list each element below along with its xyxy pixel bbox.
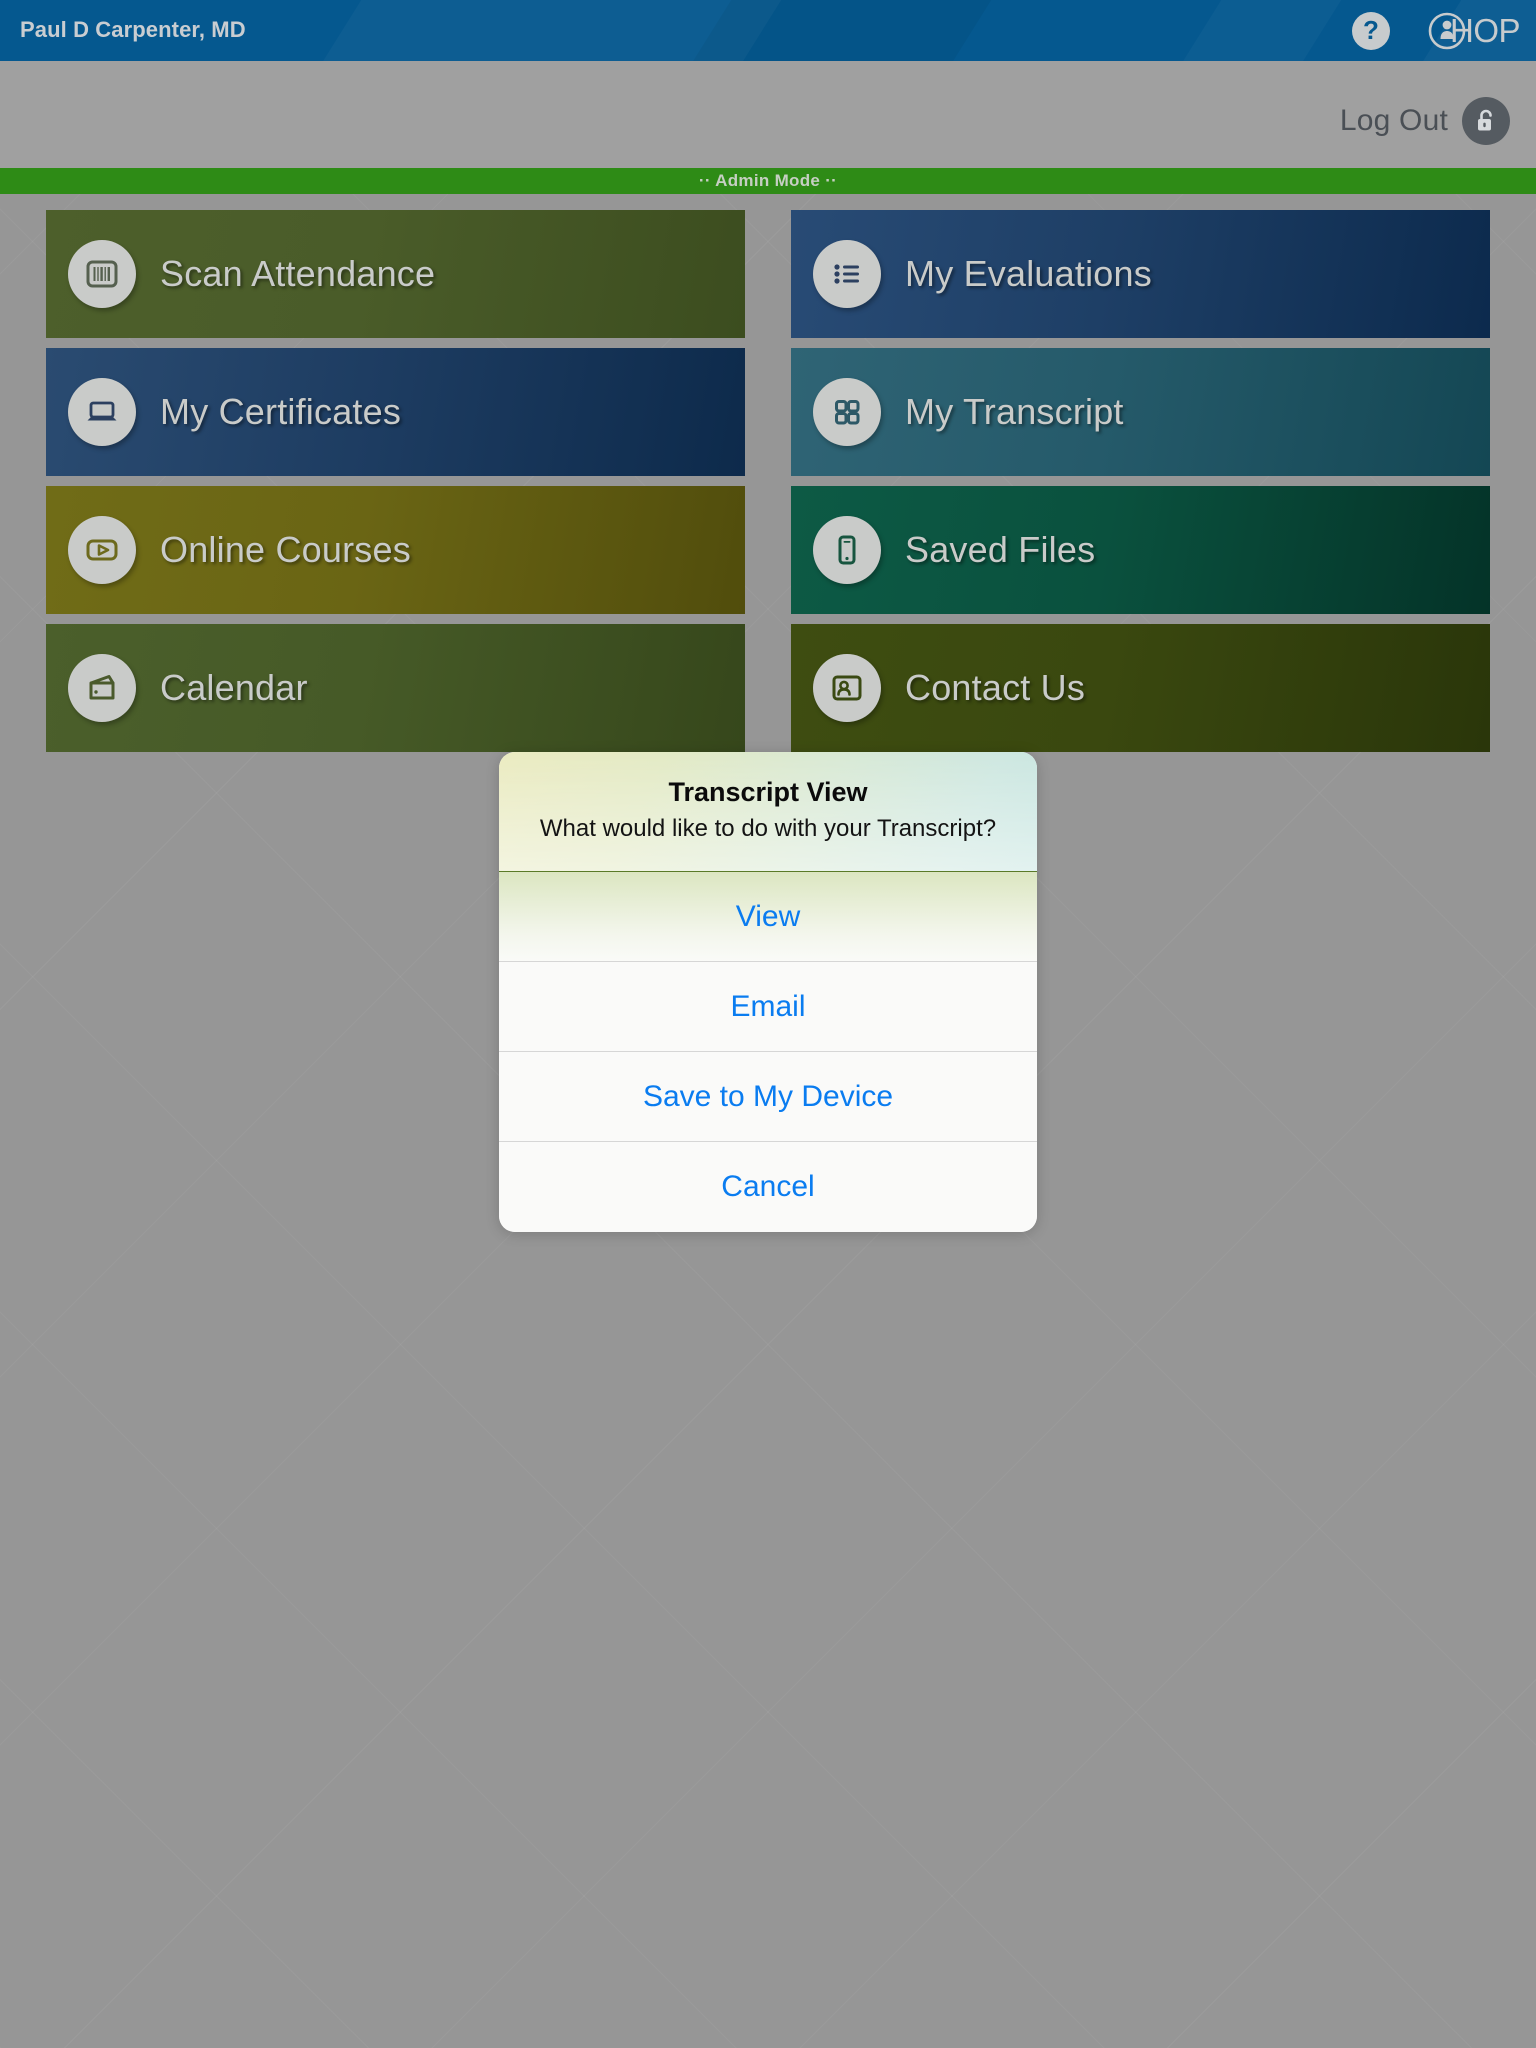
admin-mode-label: ·· Admin Mode ·· xyxy=(698,171,838,190)
tile-label: Scan Attendance xyxy=(160,253,436,294)
dialog-button-view[interactable]: View xyxy=(499,872,1037,963)
header-facet-decoration xyxy=(1134,0,1366,61)
bulleted-list-icon xyxy=(813,240,881,308)
admin-mode-banner: ·· Admin Mode ·· xyxy=(0,168,1536,194)
help-question-icon: ? xyxy=(1363,15,1379,45)
tile-label: Calendar xyxy=(160,667,308,708)
contact-icon xyxy=(813,654,881,722)
video-play-icon xyxy=(68,516,136,584)
wallet-folder-icon xyxy=(68,654,136,722)
tile-scan-attendance[interactable]: Scan Attendance xyxy=(46,210,745,338)
tile-calendar[interactable]: Calendar xyxy=(46,624,745,752)
grid-squares-icon xyxy=(813,378,881,446)
dialog-button-save-to-my-device[interactable]: Save to My Device xyxy=(499,1052,1037,1143)
tile-my-transcript[interactable]: My Transcript xyxy=(791,348,1490,476)
logout-label: Log Out xyxy=(1339,104,1448,137)
tile-contact-us[interactable]: Contact Us xyxy=(791,624,1490,752)
dialog-button-cancel[interactable]: Cancel xyxy=(499,1142,1037,1233)
tile-my-evaluations[interactable]: My Evaluations xyxy=(791,210,1490,338)
tile-label: My Certificates xyxy=(160,391,402,432)
logout-button[interactable]: Log Out xyxy=(1340,97,1510,145)
tile-label: My Evaluations xyxy=(905,253,1152,294)
help-button[interactable]: ? xyxy=(1352,12,1390,50)
chop-logo: HOP xyxy=(1427,10,1521,52)
top-header-bar: Paul D Carpenter, MD ? HOP xyxy=(0,0,1536,61)
tile-online-courses[interactable]: Online Courses xyxy=(46,486,745,614)
tile-grid: Scan Attendance My Evaluations My Certif… xyxy=(0,194,1536,752)
dialog-message: What would like to do with your Transcri… xyxy=(539,815,997,843)
transcript-view-dialog: Transcript View What would like to do wi… xyxy=(499,752,1037,1233)
tile-label: Saved Files xyxy=(905,529,1096,570)
sub-header-bar: Log Out xyxy=(0,61,1536,168)
laptop-icon xyxy=(68,378,136,446)
dialog-header: Transcript View What would like to do wi… xyxy=(499,752,1037,873)
tile-label: My Transcript xyxy=(905,391,1124,432)
dialog-button-email[interactable]: Email xyxy=(499,962,1037,1053)
mobile-phone-icon xyxy=(813,516,881,584)
tile-label: Online Courses xyxy=(160,529,411,570)
unlocked-padlock-icon xyxy=(1462,97,1510,145)
chop-wordmark: HOP xyxy=(1449,12,1521,49)
tile-saved-files[interactable]: Saved Files xyxy=(791,486,1490,614)
tile-my-certificates[interactable]: My Certificates xyxy=(46,348,745,476)
tile-label: Contact Us xyxy=(905,667,1086,708)
dialog-title: Transcript View xyxy=(668,777,868,807)
user-name-label: Paul D Carpenter, MD xyxy=(20,17,246,42)
barcode-icon xyxy=(68,240,136,308)
